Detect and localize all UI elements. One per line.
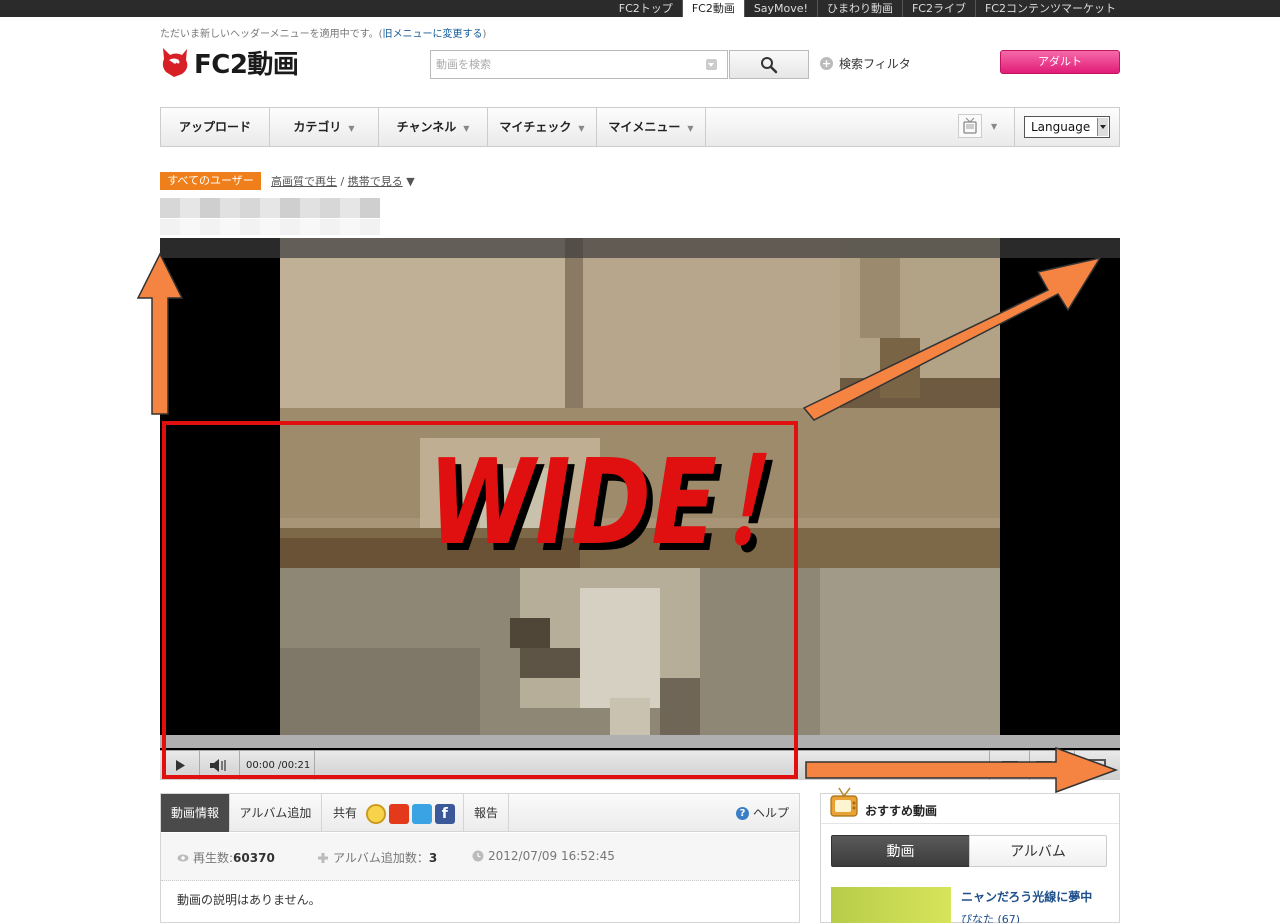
duck-share-icon[interactable] — [388, 803, 409, 824]
recommended-item-user[interactable]: ぴなた (67) — [961, 911, 1020, 923]
topbar-link-saymove[interactable]: SayMove! — [743, 0, 817, 17]
tab-add-album[interactable]: アルバム追加 — [230, 794, 322, 832]
global-nav-links: FC2トップ FC2動画 SayMove! ひまわり動画 FC2ライブ FC2コ… — [610, 0, 1125, 17]
language-area: Language — [1014, 108, 1120, 146]
language-select[interactable]: Language — [1024, 116, 1110, 138]
fc2-fox-logo-icon — [162, 48, 188, 77]
topbar-link-himawari[interactable]: ひまわり動画 — [816, 0, 902, 17]
help-icon: ? — [735, 806, 749, 820]
nav-item-label: マイチェック — [499, 120, 572, 134]
nav-item-upload[interactable]: アップロード — [161, 108, 270, 146]
wide-annotation-text: WIDE！ WIDE！ — [428, 433, 820, 578]
search-dropdown-icon[interactable] — [706, 59, 717, 70]
caret-down-icon: ▼ — [578, 124, 585, 133]
search-button[interactable] — [729, 50, 809, 79]
tv-menu-button[interactable] — [958, 114, 982, 138]
hq-play-link[interactable]: 高画質で再生 — [271, 175, 337, 188]
notice-text: ただいま新しいヘッダーメニューを適用中です。( — [160, 29, 383, 40]
video-stats: 再生数: 60370 アルバム追加数： 3 2012/07/09 16:52:45 — [161, 833, 799, 881]
header-notice: ただいま新しいヘッダーメニューを適用中です。(旧メニューに変更する) — [160, 25, 486, 40]
topbar-link-fc2-video[interactable]: FC2動画 — [681, 0, 744, 17]
blurred-video-title — [160, 198, 380, 218]
recommended-title: おすすめ動画 — [865, 804, 938, 818]
tab-share[interactable]: 共有 f — [322, 794, 464, 832]
upload-date: 2012/07/09 16:52:45 — [472, 849, 615, 863]
old-menu-link[interactable]: 旧メニューに変更する — [383, 29, 483, 40]
caret-down-icon: ▼ — [463, 124, 470, 133]
arrow-up-annotation-icon — [136, 252, 184, 415]
nav-item-mycheck[interactable]: マイチェック ▼ — [488, 108, 597, 146]
recommended-panel: おすすめ動画 動画 アルバム ニャンだろう光線に夢中 ぴなた (67) — [820, 787, 1120, 923]
upload-date-value: 2012/07/09 16:52:45 — [488, 849, 615, 863]
plus-icon — [318, 852, 328, 863]
topbar-link-fc2-top[interactable]: FC2トップ — [610, 0, 682, 17]
nav-item-label: アップロード — [178, 120, 251, 134]
help-label: ヘルプ — [752, 806, 789, 820]
video-info-panel: 動画情報 アルバム追加 共有 f 報告 ? ヘルプ 再生数: 60370 アルバム… — [160, 793, 800, 923]
site-logo[interactable]: FC2動画 — [160, 45, 299, 80]
caret-down-icon: ▼ — [687, 124, 694, 133]
search-icon — [761, 56, 778, 73]
caret-down-icon: ▼ — [348, 124, 355, 133]
nav-item-label: マイメニュー — [608, 120, 681, 134]
caret-down-icon[interactable]: ▼ — [991, 108, 997, 146]
global-top-bar: FC2トップ FC2動画 SayMove! ひまわり動画 FC2ライブ FC2コ… — [0, 0, 1280, 17]
info-tabs: 動画情報 アルバム追加 共有 f 報告 ? ヘルプ — [161, 794, 799, 832]
search-filter-toggle[interactable]: + 検索フィルタ — [820, 55, 911, 72]
clock-icon — [472, 850, 484, 862]
nav-item-channel[interactable]: チャンネル ▼ — [379, 108, 488, 146]
twitter-icon[interactable] — [411, 803, 432, 824]
wide-text: WIDE！ — [428, 433, 814, 571]
nav-item-label: カテゴリ — [293, 120, 342, 134]
tab-recommended-video[interactable]: 動画 — [831, 835, 970, 867]
notice-tail: ) — [482, 29, 487, 40]
nav-item-mymenu[interactable]: マイメニュー ▼ — [597, 108, 706, 146]
topbar-link-fc2-live[interactable]: FC2ライブ — [901, 0, 975, 17]
language-select-value: Language — [1031, 120, 1091, 134]
caret-down-icon[interactable]: ▼ — [406, 175, 414, 188]
player-options: 高画質で再生 / 携帯で見る ▼ — [271, 173, 415, 189]
mobile-view-link[interactable]: 携帯で見る — [348, 175, 403, 188]
topbar-link-contents-market[interactable]: FC2コンテンツマーケット — [974, 0, 1125, 17]
facebook-icon[interactable]: f — [434, 803, 455, 824]
tv-icon — [963, 117, 977, 134]
tab-share-label: 共有 — [333, 806, 358, 820]
tab-recommended-album[interactable]: アルバム — [969, 835, 1107, 867]
recommended-thumbnail[interactable] — [831, 887, 951, 923]
play-count: 再生数: 60370 — [177, 849, 275, 866]
share-icons: f — [365, 803, 455, 824]
play-count-value: 60370 — [233, 850, 275, 865]
tab-report[interactable]: 報告 — [464, 794, 509, 832]
recommended-header: おすすめ動画 — [821, 787, 1119, 824]
recommended-item-title[interactable]: ニャンだろう光線に夢中 — [961, 888, 1092, 905]
plus-circle-icon: + — [820, 57, 833, 70]
eye-icon — [177, 854, 189, 861]
arrow-upright-annotation-icon — [802, 256, 1102, 421]
select-arrow-icon — [1097, 118, 1108, 136]
album-count-value: 3 — [428, 850, 438, 865]
logo-text: FC2動画 — [194, 49, 299, 80]
search-box — [430, 50, 728, 79]
main-nav-bar: アップロード カテゴリ ▼ チャンネル ▼ マイチェック ▼ マイメニュー ▼ ▼ La… — [160, 107, 1120, 147]
album-count-label: アルバム追加数： — [333, 851, 429, 865]
adult-button[interactable]: アダルト — [1000, 50, 1120, 74]
search-input[interactable] — [431, 51, 701, 78]
tab-video-info[interactable]: 動画情報 — [161, 794, 230, 832]
album-count: アルバム追加数： 3 — [317, 849, 437, 866]
help-link[interactable]: ? ヘルプ — [735, 794, 789, 832]
coin-share-icon[interactable] — [365, 803, 386, 824]
nav-item-label: チャンネル — [396, 120, 457, 134]
search-filter-label: 検索フィルタ — [839, 57, 911, 71]
video-description: 動画の説明はありません。 — [177, 893, 321, 907]
audience-badge: すべてのユーザー — [160, 172, 261, 190]
play-count-label: 再生数: — [193, 851, 234, 865]
retro-tv-icon — [830, 787, 858, 817]
blurred-video-subtitle — [160, 219, 380, 235]
separator: / — [340, 175, 345, 188]
nav-item-category[interactable]: カテゴリ ▼ — [270, 108, 379, 146]
